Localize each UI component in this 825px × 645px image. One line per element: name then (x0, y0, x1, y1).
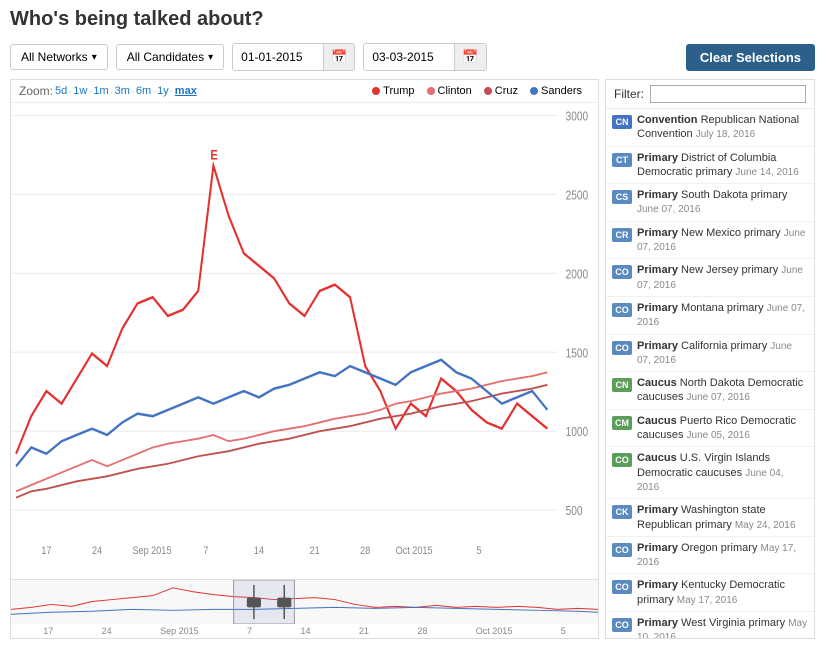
svg-text:Sep 2015: Sep 2015 (132, 545, 171, 557)
event-item[interactable]: CO Primary West Virginia primary May 10,… (606, 612, 814, 638)
svg-text:1500: 1500 (566, 347, 588, 360)
event-badge: CR (612, 228, 632, 242)
event-item[interactable]: CN Convention Republican National Conven… (606, 109, 814, 147)
legend-trump: Trump (372, 85, 414, 97)
event-badge: CK (612, 505, 632, 519)
svg-text:2500: 2500 (566, 190, 588, 203)
chart-area: Zoom: 5d · 1w · 1m · 3m · 6m · 1y · max … (10, 79, 599, 639)
zoom-1m[interactable]: 1m (93, 85, 108, 97)
svg-text:24: 24 (92, 545, 102, 557)
legend-cruz: Cruz (484, 85, 518, 97)
filter-label: Filter: (614, 87, 644, 101)
event-item[interactable]: CO Primary New Jersey primary June 07, 2… (606, 259, 814, 297)
zoom-3m[interactable]: 3m (115, 85, 130, 97)
svg-text:14: 14 (254, 545, 264, 557)
svg-text:E: E (210, 147, 217, 162)
event-badge: CT (612, 153, 632, 167)
event-item[interactable]: CK Primary Washington state Republican p… (606, 499, 814, 537)
event-item[interactable]: CO Primary Kentucky Democratic primary M… (606, 574, 814, 612)
clear-selections-button[interactable]: Clear Selections (686, 44, 815, 71)
end-date-calendar-button[interactable]: 📅 (454, 44, 485, 70)
events-list: CN Convention Republican National Conven… (606, 109, 814, 638)
zoom-1y[interactable]: 1y (157, 85, 169, 97)
page-title: Who's being talked about? (10, 8, 815, 31)
toolbar: All Networks All Candidates 📅 📅 Clear Se… (0, 43, 825, 79)
clinton-dot (427, 87, 435, 95)
svg-text:1000: 1000 (566, 426, 588, 439)
event-badge: CO (612, 453, 632, 467)
candidates-dropdown[interactable]: All Candidates (116, 44, 224, 70)
svg-text:500: 500 (566, 505, 583, 518)
cruz-dot (484, 87, 492, 95)
svg-text:Oct 2015: Oct 2015 (396, 545, 433, 557)
svg-text:3000: 3000 (566, 111, 588, 124)
sanders-label: Sanders (541, 85, 582, 97)
svg-text:7: 7 (203, 545, 208, 557)
event-badge: CN (612, 378, 632, 392)
sidebar: Filter: CN Convention Republican Nationa… (605, 79, 815, 639)
event-item[interactable]: CM Caucus Puerto Rico Democratic caucuse… (606, 410, 814, 448)
legend-sanders: Sanders (530, 85, 582, 97)
event-badge: CO (612, 341, 632, 355)
event-item[interactable]: CR Primary New Mexico primary June 07, 2… (606, 222, 814, 260)
header: Who's being talked about? (0, 0, 825, 43)
end-date-wrap: 📅 (363, 43, 486, 71)
start-date-wrap: 📅 (232, 43, 355, 71)
event-item[interactable]: CT Primary District of Columbia Democrat… (606, 147, 814, 185)
event-badge: CN (612, 115, 632, 129)
networks-dropdown[interactable]: All Networks (10, 44, 108, 70)
svg-text:17: 17 (41, 545, 51, 557)
event-badge: CO (612, 265, 632, 279)
event-item[interactable]: CN Caucus North Dakota Democratic caucus… (606, 372, 814, 410)
cruz-label: Cruz (495, 85, 518, 97)
event-badge: CO (612, 618, 632, 632)
legend: Trump Clinton Cruz Sanders (364, 83, 590, 99)
svg-text:5: 5 (477, 545, 482, 557)
svg-text:28: 28 (360, 545, 370, 557)
mini-chart[interactable] (11, 579, 598, 624)
event-item[interactable]: CO Primary Oregon primary May 17, 2016 (606, 537, 814, 575)
main-chart-svg: 3000 2500 2000 1500 1000 500 17 24 Sep 2… (11, 103, 598, 579)
event-item[interactable]: CO Primary California primary June 07, 2… (606, 335, 814, 373)
x-axis-labels: 17 24 Sep 2015 7 14 21 28 Oct 2015 5 (11, 624, 598, 638)
zoom-6m[interactable]: 6m (136, 85, 151, 97)
event-badge: CO (612, 543, 632, 557)
sanders-dot (530, 87, 538, 95)
legend-clinton: Clinton (427, 85, 472, 97)
start-date-input[interactable] (233, 45, 323, 69)
event-item[interactable]: CO Primary Montana primary June 07, 2016 (606, 297, 814, 335)
zoom-max[interactable]: max (175, 85, 197, 97)
svg-text:2000: 2000 (566, 268, 588, 281)
zoom-label: Zoom: (19, 84, 53, 98)
main-content: Zoom: 5d · 1w · 1m · 3m · 6m · 1y · max … (0, 79, 825, 645)
filter-input[interactable] (650, 85, 806, 103)
trump-dot (372, 87, 380, 95)
chart-wrapper: 3000 2500 2000 1500 1000 500 17 24 Sep 2… (11, 103, 598, 579)
start-date-calendar-button[interactable]: 📅 (323, 44, 354, 70)
event-badge: CO (612, 580, 632, 594)
zoom-1w[interactable]: 1w (73, 85, 87, 97)
event-item[interactable]: CS Primary South Dakota primary June 07,… (606, 184, 814, 222)
zoom-5d[interactable]: 5d (55, 85, 67, 97)
event-badge: CO (612, 303, 632, 317)
end-date-input[interactable] (364, 45, 454, 69)
svg-text:21: 21 (310, 545, 320, 557)
clinton-label: Clinton (438, 85, 472, 97)
event-item[interactable]: CO Caucus U.S. Virgin Islands Democratic… (606, 447, 814, 499)
event-badge: CS (612, 190, 632, 204)
event-badge: CM (612, 416, 632, 430)
mini-chart-svg (11, 580, 598, 624)
trump-label: Trump (383, 85, 414, 97)
filter-row: Filter: (606, 80, 814, 109)
